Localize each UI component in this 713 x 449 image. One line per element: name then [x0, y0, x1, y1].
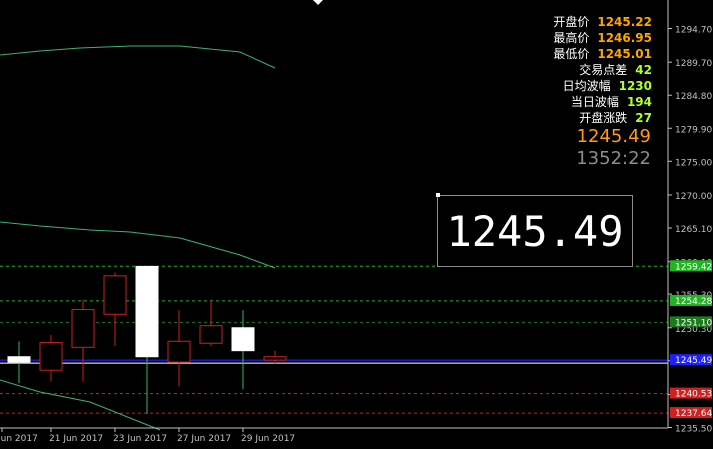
price-tick-label: 1289.70 — [675, 59, 712, 69]
anchor-handle[interactable] — [436, 193, 440, 197]
info-row-avg-range: 日均波幅 1230 — [562, 79, 652, 93]
envelope-lines — [0, 45, 276, 431]
chart-shift-marker-icon — [313, 0, 323, 5]
candles — [7, 265, 287, 415]
envelope-line — [0, 379, 161, 431]
price-tick-label: 1284.80 — [675, 92, 712, 102]
bar-countdown: 1352:22 — [576, 148, 651, 169]
info-row-open-change: 开盘涨跌 27 — [579, 111, 652, 125]
level-label: 1240.53 — [675, 390, 712, 400]
level-label: 1251.10 — [675, 318, 712, 328]
envelope-line — [0, 221, 276, 269]
candle-body — [199, 325, 223, 344]
current-price: 1245.49 — [576, 126, 651, 147]
price-tick-label: 1235.50 — [675, 425, 712, 435]
price-tick-label: 1294.70 — [675, 26, 712, 36]
level-label: 1237.64 — [675, 409, 712, 419]
info-row-spread: 交易点差 42 — [579, 63, 652, 77]
time-tick-label: 21 Jun 2017 — [49, 434, 103, 444]
envelope-line — [0, 45, 276, 69]
candle-body — [231, 327, 255, 352]
price-tick-label: 1279.90 — [675, 125, 712, 135]
price-label-box[interactable]: 1245.49 — [436, 193, 633, 267]
level-label: 1254.28 — [675, 297, 712, 307]
candle-body — [39, 342, 63, 371]
price-label-value: 1245.49 — [446, 206, 624, 256]
info-row-open: 开盘价 1245.22 — [553, 15, 652, 29]
price-tick-label: 1270.00 — [675, 192, 712, 202]
time-tick-label: 29 Jun 2017 — [241, 434, 295, 444]
level-lines — [0, 265, 668, 414]
time-tick-label: Jun 2017 — [0, 434, 38, 444]
level-label: 1259.42 — [675, 262, 712, 272]
info-row-day-range: 当日波幅 194 — [570, 95, 652, 109]
info-row-low: 最低价 1245.01 — [553, 47, 652, 61]
info-row-high: 最高价 1246.95 — [553, 31, 652, 45]
level-label: 1245.49 — [675, 356, 712, 366]
info-panel: 开盘价 1245.22 最高价 1246.95 最低价 1245.01 交易点差 42 … — [553, 14, 652, 126]
time-axis-labels: Jun 2017 21 Jun 2017 23 Jun 2017 27 Jun 201… — [0, 428, 295, 444]
price-tick-label: 1265.10 — [675, 225, 712, 235]
candle-body — [71, 309, 95, 348]
candle-body — [7, 356, 31, 363]
price-axis-ticks: 1294.70 1289.70 1284.80 1279.90 1275.00 1270.… — [668, 26, 712, 435]
candle-body — [167, 340, 191, 363]
price-tick-label: 1275.00 — [675, 158, 712, 168]
candle-body — [135, 265, 159, 358]
candle-body — [103, 275, 127, 315]
level-labels: 1259.42 1254.28 1251.10 1245.49 1240.53 1237.… — [670, 260, 712, 419]
candle-body — [263, 356, 287, 361]
time-tick-label: 27 Jun 2017 — [177, 434, 231, 444]
time-tick-label: 23 Jun 2017 — [113, 434, 167, 444]
